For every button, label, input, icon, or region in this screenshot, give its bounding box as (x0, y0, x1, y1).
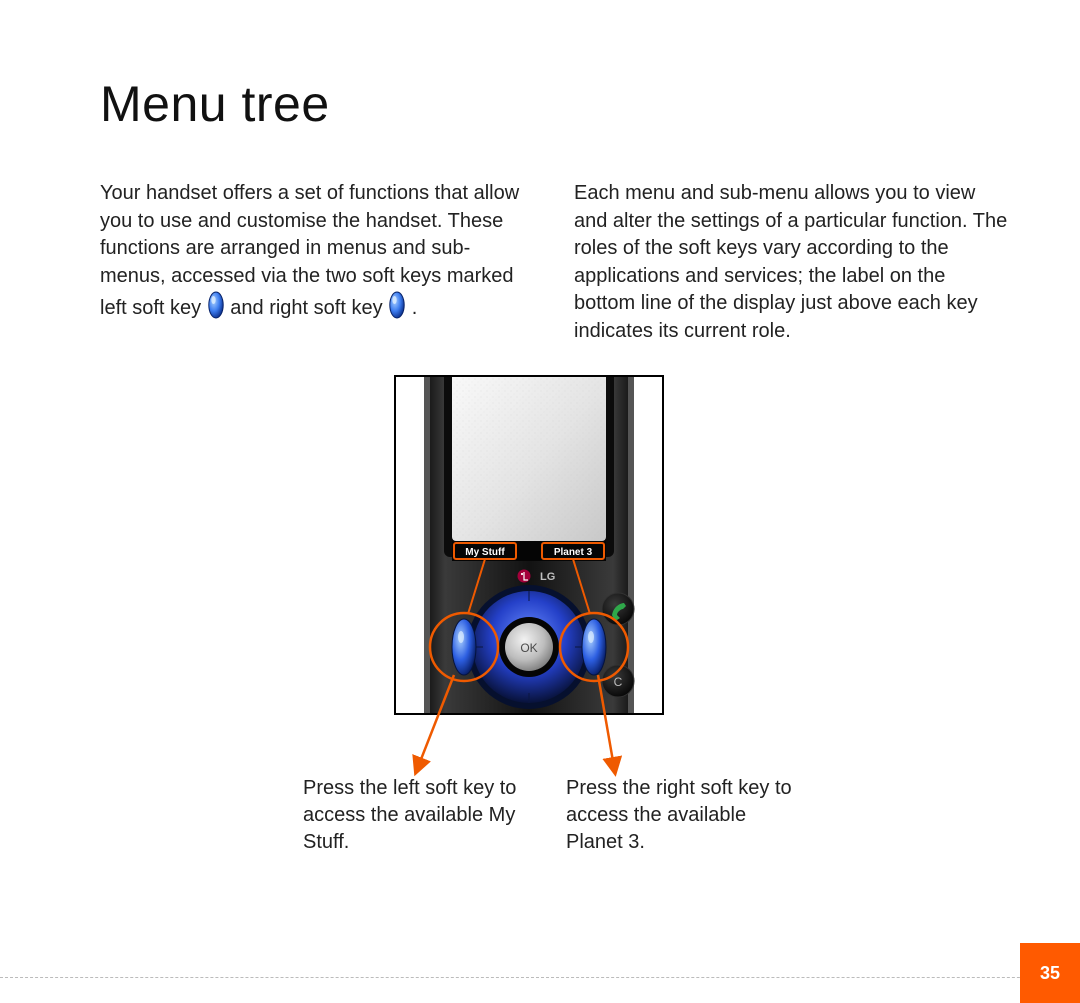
right-soft-key-hardware (582, 619, 606, 675)
body-column-left: Your handset offers a set of functions t… (100, 180, 534, 346)
page-number: 35 (1040, 963, 1060, 984)
body-column-right: Each menu and sub-menu allows you to vie… (574, 180, 1008, 346)
ok-label: OK (520, 641, 537, 655)
caption-left: Press the left soft key to access the av… (303, 775, 543, 856)
svg-text:LG: LG (540, 571, 555, 583)
phone-illustration: My Stuff Planet 3 LG (0, 375, 1080, 725)
soft-label-right: Planet 3 (554, 547, 593, 558)
right-paragraph: Each menu and sub-menu allows you to vie… (574, 180, 1008, 346)
call-key (602, 593, 634, 625)
left-paragraph-post: . (412, 297, 418, 319)
left-paragraph: Your handset offers a set of functions t… (100, 180, 534, 323)
footer-divider (0, 977, 1080, 978)
page-title: Menu tree (100, 75, 330, 133)
left-paragraph-mid: and right soft key (230, 297, 388, 319)
caption-right: Press the right soft key to access the a… (566, 775, 806, 856)
body-columns: Your handset offers a set of functions t… (100, 180, 1008, 346)
phone-svg: My Stuff Planet 3 LG (396, 377, 662, 713)
svg-text:C: C (614, 675, 623, 689)
phone-box-frame: My Stuff Planet 3 LG (394, 375, 664, 715)
soft-label-left: My Stuff (465, 547, 505, 558)
left-soft-key-hardware (452, 619, 476, 675)
right-soft-key-icon (388, 290, 406, 320)
left-soft-key-icon (207, 290, 225, 320)
page-number-badge: 35 (1020, 943, 1080, 1003)
manual-page: Menu tree Your handset offers a set of f… (0, 0, 1080, 1003)
